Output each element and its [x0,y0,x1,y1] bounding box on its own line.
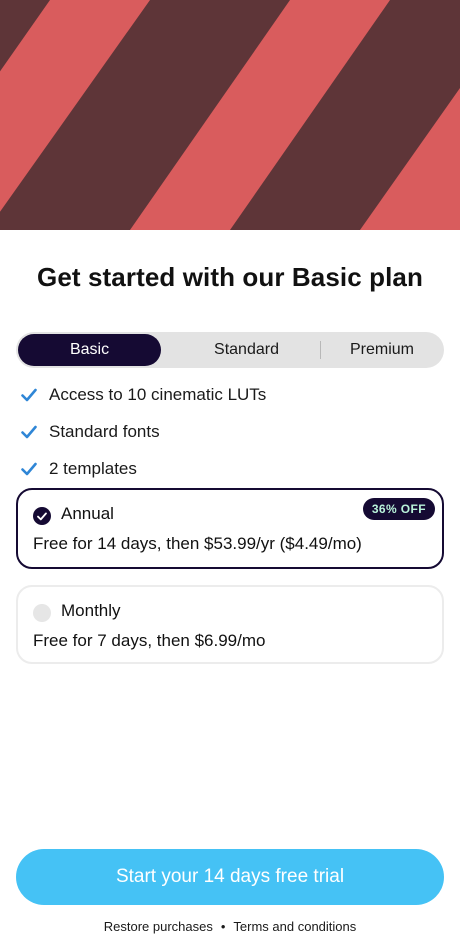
plan-name: Monthly [61,601,121,620]
tab-premium[interactable]: Premium [322,334,442,366]
feature-label: Standard fonts [49,421,160,441]
plan-description: Free for 7 days, then $6.99/mo [33,631,266,650]
feature-item: 2 templates [20,450,440,487]
restore-purchases-link[interactable]: Restore purchases [104,919,213,934]
feature-item: Standard fonts [20,413,440,450]
diagonal-stripes-graphic [0,0,460,230]
footer-separator: • [220,919,226,934]
feature-item: Access to 10 cinematic LUTs [20,376,440,413]
terms-link[interactable]: Terms and conditions [233,919,356,934]
tab-basic[interactable]: Basic [18,334,161,366]
plan-tier-selector: Basic Standard Premium [16,332,444,368]
plan-name: Annual [61,504,114,523]
tab-divider [320,341,321,359]
check-icon [20,460,38,478]
plan-option-annual[interactable]: Annual 36% OFF Free for 14 days, then $5… [16,488,444,569]
page-title: Get started with our Basic plan [37,262,423,292]
tab-standard[interactable]: Standard [174,334,319,366]
discount-badge: 36% OFF [362,498,435,520]
plan-option-monthly[interactable]: Monthly Free for 7 days, then $6.99/mo [16,585,444,664]
plan-description: Free for 14 days, then $53.99/yr ($4.49/… [33,534,362,553]
footer-links: Restore purchases • Terms and conditions [0,919,460,934]
radio-unchecked-icon[interactable] [33,604,51,622]
check-icon [20,386,38,404]
feature-label: 2 templates [49,458,137,478]
start-trial-button[interactable]: Start your 14 days free trial [16,849,444,905]
radio-checked-icon[interactable] [33,507,51,525]
hero-image [0,0,460,230]
feature-list: Access to 10 cinematic LUTs Standard fon… [20,376,440,487]
feature-label: Access to 10 cinematic LUTs [49,384,267,404]
check-icon [20,423,38,441]
